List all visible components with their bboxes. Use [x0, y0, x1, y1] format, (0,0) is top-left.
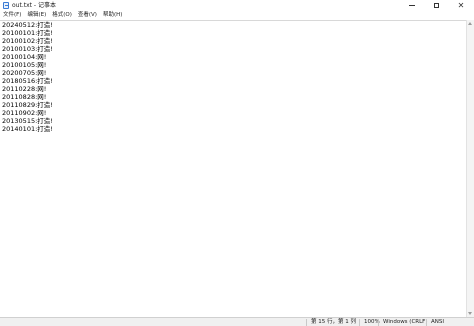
close-button[interactable]: ✕ — [450, 0, 472, 11]
text-editor[interactable]: 20240512:打造! 20100101:打造! 20100102:打造! 2… — [0, 20, 466, 317]
text-line: 20110829:打造! — [2, 101, 53, 109]
maximize-button[interactable] — [425, 0, 447, 11]
text-line: 20140101:打造! — [2, 125, 53, 133]
minimize-icon — [409, 5, 415, 6]
scroll-up-icon[interactable] — [468, 22, 472, 25]
menu-file[interactable]: 文件(F) — [0, 11, 24, 20]
text-line: 20100105:网! — [2, 61, 47, 69]
status-divider — [426, 319, 427, 326]
text-line: 20100101:打造! — [2, 29, 53, 37]
menu-view[interactable]: 查看(V) — [75, 11, 100, 20]
scroll-down-icon[interactable] — [468, 312, 472, 315]
maximize-icon — [433, 3, 439, 8]
text-line: 20110228:网! — [2, 85, 47, 93]
menu-help[interactable]: 帮助(H) — [100, 11, 125, 20]
status-divider — [306, 319, 307, 326]
title-bar: out.txt - 记事本 ✕ — [0, 0, 474, 11]
text-line: 20110902:网! — [2, 109, 47, 117]
text-line: 20130515:打造! — [2, 117, 53, 125]
encoding: ANSI — [431, 319, 444, 325]
text-line: 20100103:打造! — [2, 45, 53, 53]
status-divider — [359, 319, 360, 326]
text-line: 20110828:网! — [2, 93, 47, 101]
text-line: 20200705:网! — [2, 69, 47, 77]
status-divider — [378, 319, 379, 326]
vertical-scrollbar[interactable] — [466, 20, 474, 317]
cursor-position: 第 15 行，第 1 列 — [311, 319, 356, 325]
menu-bar: 文件(F) 编辑(E) 格式(O) 查看(V) 帮助(H) — [0, 11, 474, 20]
minimize-button[interactable] — [401, 0, 423, 11]
text-line: 20100104:网! — [2, 53, 47, 61]
text-line: 20180516:打造! — [2, 77, 53, 85]
line-ending: Windows (CRLF) — [383, 319, 428, 325]
close-icon: ✕ — [457, 0, 465, 10]
menu-edit[interactable]: 编辑(E) — [24, 11, 49, 20]
text-line: 20100102:打造! — [2, 37, 53, 45]
notepad-icon — [3, 2, 9, 9]
window-title: out.txt - 记事本 — [12, 2, 56, 9]
menu-format[interactable]: 格式(O) — [49, 11, 75, 20]
text-line: 20240512:打造! — [2, 21, 53, 29]
status-bar: 第 15 行，第 1 列 100% Windows (CRLF) ANSI — [0, 317, 474, 326]
